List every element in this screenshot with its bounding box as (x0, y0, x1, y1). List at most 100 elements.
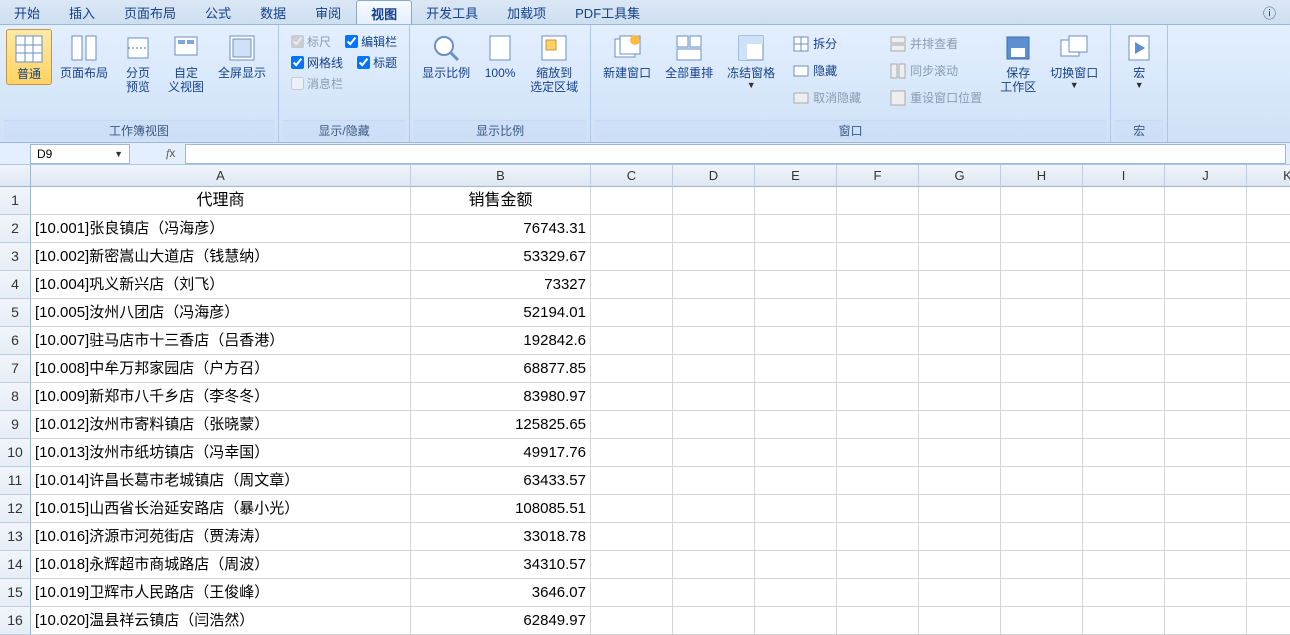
view-custom-button[interactable]: 自定 义视图 (162, 29, 210, 97)
row-header-5[interactable]: 5 (0, 299, 31, 327)
cell[interactable] (673, 579, 755, 607)
cell[interactable]: [10.019]卫辉市人民路店（王俊峰） (31, 579, 411, 607)
cell[interactable] (1165, 243, 1247, 271)
cell[interactable] (1001, 523, 1083, 551)
tab-5[interactable]: 审阅 (301, 0, 356, 24)
cell[interactable]: [10.014]许昌长葛市老城镇店（周文章） (31, 467, 411, 495)
cell[interactable] (755, 187, 837, 215)
cell[interactable]: [10.009]新郑市八千乡店（李冬冬） (31, 383, 411, 411)
cell[interactable] (837, 355, 919, 383)
cell[interactable] (1247, 495, 1290, 523)
cell[interactable] (919, 467, 1001, 495)
cell[interactable] (673, 215, 755, 243)
cell[interactable] (1247, 271, 1290, 299)
row-header-4[interactable]: 4 (0, 271, 31, 299)
cell[interactable] (1247, 243, 1290, 271)
cell[interactable] (673, 495, 755, 523)
split-button[interactable]: 拆分 (789, 33, 865, 54)
cell[interactable] (919, 523, 1001, 551)
zoom-selection-button[interactable]: 缩放到 选定区域 (524, 29, 584, 97)
cell[interactable] (673, 299, 755, 327)
cell[interactable]: [10.015]山西省长治延安路店（暴小光） (31, 495, 411, 523)
cell[interactable] (1247, 607, 1290, 635)
cell[interactable] (673, 523, 755, 551)
zoom-100-button[interactable]: 100% (478, 29, 522, 83)
cell[interactable] (755, 411, 837, 439)
cell[interactable] (1165, 495, 1247, 523)
cell[interactable] (919, 187, 1001, 215)
cell[interactable] (591, 607, 673, 635)
cell[interactable] (1001, 439, 1083, 467)
macros-button[interactable]: 宏 ▼ (1117, 29, 1161, 93)
cell[interactable] (1165, 523, 1247, 551)
cell[interactable] (1001, 243, 1083, 271)
cell[interactable] (1083, 467, 1165, 495)
cell[interactable] (673, 551, 755, 579)
cell[interactable] (1165, 439, 1247, 467)
cell[interactable] (1083, 299, 1165, 327)
cell[interactable] (755, 243, 837, 271)
cell[interactable] (1165, 187, 1247, 215)
cell[interactable] (1247, 579, 1290, 607)
row-header-15[interactable]: 15 (0, 579, 31, 607)
cell[interactable]: [10.013]汝州市纸坊镇店（冯幸国） (31, 439, 411, 467)
cell[interactable]: 3646.07 (411, 579, 591, 607)
row-header-8[interactable]: 8 (0, 383, 31, 411)
cell[interactable] (1083, 607, 1165, 635)
cell[interactable]: [10.005]汝州八团店（冯海彦） (31, 299, 411, 327)
cell[interactable] (673, 355, 755, 383)
cell[interactable] (591, 523, 673, 551)
tab-9[interactable]: PDF工具集 (561, 0, 655, 24)
tab-1[interactable]: 插入 (55, 0, 110, 24)
cell[interactable]: 代理商 (31, 187, 411, 215)
cell[interactable] (1247, 187, 1290, 215)
cell[interactable] (1165, 327, 1247, 355)
cell[interactable] (1165, 411, 1247, 439)
cell[interactable]: 33018.78 (411, 523, 591, 551)
view-page-layout-button[interactable]: 页面布局 (54, 29, 114, 83)
cell[interactable] (591, 551, 673, 579)
col-header-H[interactable]: H (1001, 165, 1083, 187)
fx-button[interactable]: fx (160, 146, 181, 161)
cell[interactable]: [10.007]驻马店市十三香店（吕香港） (31, 327, 411, 355)
cell[interactable]: [10.001]张良镇店（冯海彦） (31, 215, 411, 243)
cell[interactable] (1165, 215, 1247, 243)
cell[interactable] (1165, 579, 1247, 607)
cell[interactable] (919, 243, 1001, 271)
select-all-corner[interactable] (0, 165, 31, 187)
row-header-9[interactable]: 9 (0, 411, 31, 439)
cell[interactable] (837, 271, 919, 299)
cell[interactable]: 73327 (411, 271, 591, 299)
cell[interactable]: [10.008]中牟万邦家园店（户方召） (31, 355, 411, 383)
cell[interactable] (1001, 607, 1083, 635)
cell[interactable]: 83980.97 (411, 383, 591, 411)
row-header-7[interactable]: 7 (0, 355, 31, 383)
cell[interactable] (673, 187, 755, 215)
tab-6[interactable]: 视图 (356, 0, 412, 24)
cell[interactable] (1001, 355, 1083, 383)
col-header-D[interactable]: D (673, 165, 755, 187)
row-header-3[interactable]: 3 (0, 243, 31, 271)
cell[interactable] (1001, 411, 1083, 439)
cell[interactable] (591, 215, 673, 243)
cell[interactable]: [10.020]温县祥云镇店（闫浩然） (31, 607, 411, 635)
cell[interactable] (1247, 327, 1290, 355)
cell[interactable] (1247, 551, 1290, 579)
zoom-button[interactable]: 显示比例 (416, 29, 476, 83)
arrange-all-button[interactable]: 全部重排 (659, 29, 719, 83)
cell[interactable] (837, 383, 919, 411)
cell[interactable] (1083, 215, 1165, 243)
cell[interactable]: 49917.76 (411, 439, 591, 467)
cell[interactable] (1083, 187, 1165, 215)
cell[interactable] (1083, 495, 1165, 523)
row-header-11[interactable]: 11 (0, 467, 31, 495)
cell[interactable] (837, 607, 919, 635)
cell[interactable] (919, 579, 1001, 607)
tab-7[interactable]: 开发工具 (412, 0, 493, 24)
cell[interactable] (1247, 467, 1290, 495)
cell[interactable] (591, 439, 673, 467)
cell[interactable] (837, 439, 919, 467)
cell[interactable] (1165, 383, 1247, 411)
cell[interactable] (673, 383, 755, 411)
tab-8[interactable]: 加载项 (493, 0, 561, 24)
